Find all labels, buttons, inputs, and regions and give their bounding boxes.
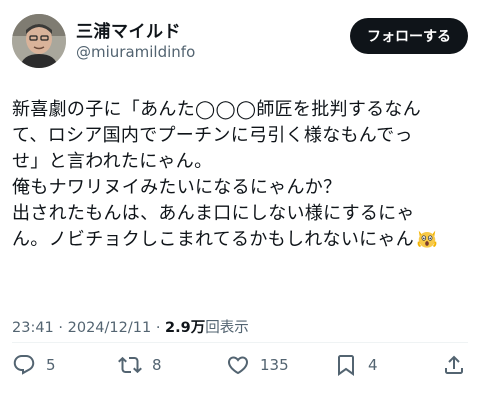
bookmark-icon	[338, 355, 354, 376]
tweet-line: 出されたもんは、あんま口にしない様にするにゃ	[12, 203, 415, 224]
tweet-line-last: ん。ノビチョクしこまれてるかもしれないにゃん	[12, 227, 474, 253]
action-bar: 5 8 135 4	[0, 350, 480, 380]
reply-icon	[13, 355, 35, 375]
bookmark-button[interactable]: 4	[334, 350, 378, 380]
meta-separator: ·	[155, 320, 161, 336]
retweet-button[interactable]: 8	[118, 350, 162, 380]
heart-icon	[227, 356, 249, 375]
screaming-cat-emoji	[417, 230, 437, 248]
meta-separator: ·	[58, 320, 64, 336]
tweet-line: 新喜劇の子に「あんた◯◯◯師匠を批判するなん	[12, 99, 422, 120]
tweet-meta: 23:41 · 2024/12/11 · 2.9万回表示	[12, 316, 249, 337]
tweet-time[interactable]: 23:41	[12, 320, 54, 336]
tweet-line: て、ロシア国内でプーチンに弓引く様なもんでっ	[12, 125, 413, 146]
retweet-icon	[118, 356, 142, 374]
divider	[12, 342, 468, 343]
author-handle[interactable]: @miuramildinfo	[76, 43, 195, 61]
bookmark-count: 4	[368, 356, 378, 374]
tweet-text: 新喜劇の子に「あんた◯◯◯師匠を批判するなん て、ロシア国内でプーチンに弓引く様…	[12, 97, 474, 253]
views-label: 回表示	[205, 320, 249, 336]
like-button[interactable]: 135	[226, 350, 289, 380]
reply-button[interactable]: 5	[12, 350, 56, 380]
views-count[interactable]: 2.9万	[165, 320, 205, 336]
retweet-count: 8	[152, 356, 162, 374]
tweet-line: 俺もナワリヌイみたいになるにゃんか？	[12, 177, 342, 198]
tweet-header: 三浦マイルド @miuramildinfo フォローする	[12, 12, 468, 72]
share-icon	[445, 355, 463, 374]
reply-count: 5	[46, 356, 56, 374]
tweet-line-text: ん。ノビチョクしこまれてるかもしれないにゃん	[12, 229, 415, 250]
share-button[interactable]	[442, 350, 466, 380]
tweet-line: せ」と言われたにゃん。	[12, 151, 213, 172]
avatar[interactable]	[12, 14, 66, 68]
author-name[interactable]: 三浦マイルド	[76, 17, 181, 42]
like-count: 135	[260, 356, 289, 374]
follow-button[interactable]: フォローする	[350, 18, 468, 54]
tweet-date[interactable]: 2024/12/11	[68, 320, 152, 336]
